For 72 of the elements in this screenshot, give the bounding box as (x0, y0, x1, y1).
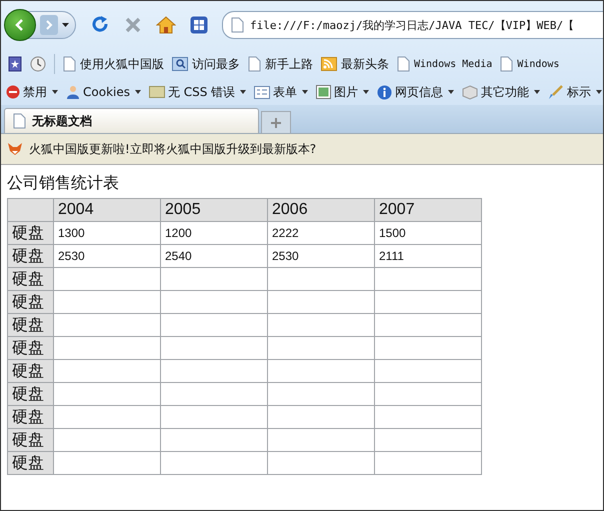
table-cell: 1500 (374, 222, 482, 244)
table-cell: 2530 (268, 244, 374, 268)
toolbar-menu[interactable]: 其它功能 (460, 84, 542, 100)
page-title: 公司销售统计表 (7, 173, 120, 194)
windows-icon[interactable] (190, 16, 208, 34)
search-icon (172, 57, 188, 71)
person-icon (66, 85, 80, 99)
bookmarks-icon[interactable] (8, 56, 22, 72)
row-header: 硬盘 (8, 360, 54, 382)
toolbar-menu[interactable]: 无 CSS 错误 (146, 84, 248, 100)
column-header: 2006 (268, 198, 374, 222)
browser-tab[interactable]: 无标题文档 (4, 108, 259, 133)
no-entry-icon (6, 85, 20, 99)
row-header: 硬盘 (8, 336, 54, 360)
table-cell: 1200 (160, 222, 268, 244)
column-header: 2005 (160, 198, 268, 222)
fox-icon (7, 142, 23, 156)
history-icon[interactable] (30, 56, 46, 72)
caret-icon (240, 90, 246, 94)
page-icon (500, 56, 514, 72)
row-header: 硬盘 (8, 244, 54, 268)
brush-icon (548, 84, 564, 100)
row-header: 硬盘 (8, 314, 54, 336)
row-header: 硬盘 (8, 406, 54, 428)
caret-icon (363, 90, 370, 94)
caret-icon (302, 90, 308, 94)
bookmark-link[interactable]: Windows Media (397, 56, 492, 72)
toolbar-menu[interactable]: 禁用 (4, 84, 60, 100)
caret-icon (52, 90, 58, 94)
row-header: 硬盘 (8, 222, 54, 244)
bookmark-link[interactable]: Windows (500, 56, 560, 72)
table-cell: 1300 (54, 222, 160, 244)
page-icon (231, 17, 244, 33)
address-bar[interactable]: file:///F:/maozj/我的学习日志/JAVA TEC/【VIP】WEB/【 (222, 11, 603, 39)
column-header: 2004 (54, 198, 160, 222)
column-header: 2007 (374, 198, 482, 222)
page-icon (13, 113, 26, 129)
toolbar-menu[interactable]: 标示 (546, 84, 603, 100)
table-cell: 2222 (268, 222, 374, 244)
bookmark-link[interactable]: 使用火狐中国版 (63, 56, 164, 72)
caret-icon (534, 90, 540, 94)
table-cell: 2530 (54, 244, 160, 268)
info-icon (377, 84, 392, 100)
plus-icon (271, 118, 281, 128)
page-icon (397, 56, 410, 72)
row-header: 硬盘 (8, 382, 54, 406)
row-header: 硬盘 (8, 268, 54, 290)
home-icon[interactable] (156, 16, 176, 34)
page-icon (248, 56, 261, 72)
row-header: 硬盘 (8, 428, 54, 452)
page-icon (63, 56, 76, 72)
notification-text: 火狐中国版更新啦!立即将火狐中国版升级到最新版本? (29, 140, 316, 158)
back-button[interactable] (4, 9, 36, 41)
toolbar-menu[interactable]: 网页信息 (375, 84, 456, 100)
dropdown-icon[interactable] (62, 23, 69, 27)
cube-icon (462, 84, 478, 100)
bookmark-link[interactable]: 新手上路 (248, 56, 313, 72)
toolbar-menu[interactable]: 表单 (252, 84, 310, 100)
bookmark-link[interactable]: 最新头条 (321, 56, 389, 72)
image-icon (316, 85, 332, 99)
toolbar-menu[interactable]: Cookies (64, 85, 143, 99)
rss-icon (321, 57, 337, 71)
bookmark-link[interactable]: 访问最多 (172, 56, 240, 72)
toolbar-menu[interactable]: 图片 (314, 84, 372, 100)
row-header: 硬盘 (8, 452, 54, 474)
row-header: 硬盘 (8, 290, 54, 314)
new-tab-button[interactable] (261, 111, 291, 133)
caret-icon (448, 90, 454, 94)
caret-icon (134, 90, 141, 94)
form-icon (254, 86, 270, 98)
table-cell: 2111 (374, 244, 482, 268)
table-cell: 2540 (160, 244, 268, 268)
